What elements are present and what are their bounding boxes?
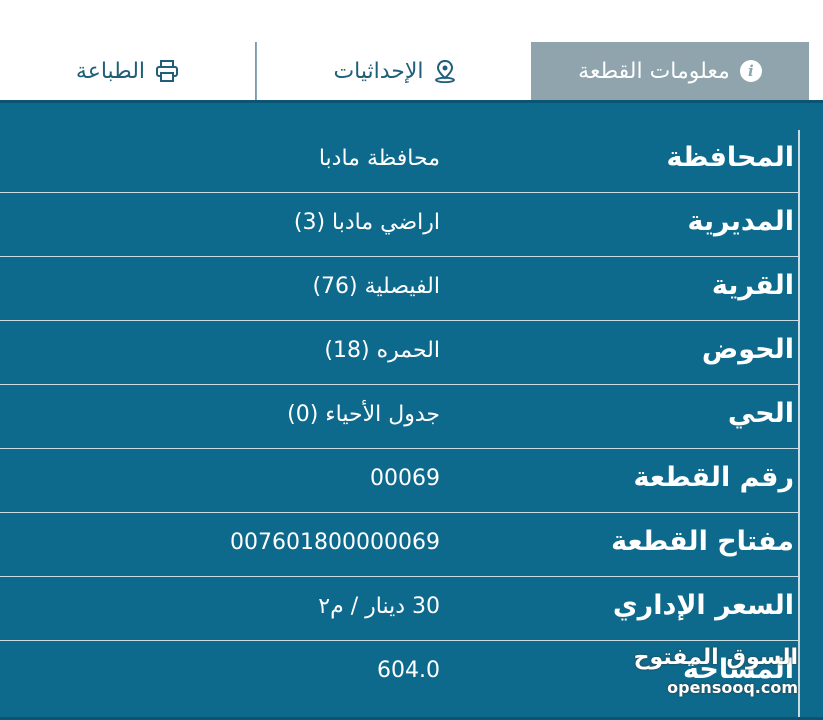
panel-top-border xyxy=(0,100,823,103)
row-label: الحي xyxy=(727,398,794,429)
row-value: الحمره (18) xyxy=(324,338,440,363)
watermark-arabic: السوق المفتوح xyxy=(633,645,798,670)
row-value: الفيصلية (76) xyxy=(312,274,440,299)
row-value: 30 دينار / م٢ xyxy=(318,594,440,619)
row-label: الحوض xyxy=(701,334,794,365)
tab-parcel-info-label: معلومات القطعة xyxy=(578,58,730,84)
row-value: جدول الأحياء (0) xyxy=(287,402,440,427)
tab-print-label: الطباعة xyxy=(75,58,146,84)
row-neighborhood: الحي جدول الأحياء (0) xyxy=(0,384,798,449)
panel-right-border xyxy=(798,130,800,720)
row-value: اراضي مادبا (3) xyxy=(293,210,440,235)
watermark-english: opensooq.com xyxy=(667,678,798,697)
row-parcel-key: مفتاح القطعة 007601800000069 xyxy=(0,512,798,577)
tab-print[interactable]: الطباعة xyxy=(0,42,255,100)
row-label: السعر الإداري xyxy=(612,590,794,621)
row-value: 604.0 xyxy=(377,658,440,683)
row-value: محافظة مادبا xyxy=(318,146,440,171)
map-pin-icon xyxy=(434,59,456,83)
info-icon: i xyxy=(739,60,762,82)
row-village: القرية الفيصلية (76) xyxy=(0,256,798,321)
row-value: 00069 xyxy=(370,466,440,491)
row-label: المحافظة xyxy=(666,142,794,173)
row-parcel-number: رقم القطعة 00069 xyxy=(0,448,798,513)
tab-coordinates[interactable]: الإحداثيات xyxy=(256,42,532,100)
row-label: القرية xyxy=(711,270,794,301)
printer-icon xyxy=(155,60,179,82)
opensooq-watermark: السوق المفتوح opensooq.com xyxy=(634,645,820,705)
parcel-info-panel: المحافظة محافظة مادبا المديرية اراضي ماد… xyxy=(0,100,823,720)
tab-coordinates-label: الإحداثيات xyxy=(333,58,424,84)
row-admin-price: السعر الإداري 30 دينار / م٢ xyxy=(0,576,798,641)
row-directorate: المديرية اراضي مادبا (3) xyxy=(0,192,798,257)
row-label: رقم القطعة xyxy=(633,462,794,493)
row-basin: الحوض الحمره (18) xyxy=(0,320,798,385)
row-label: المديرية xyxy=(687,206,794,237)
tab-parcel-info[interactable]: معلومات القطعة i xyxy=(531,42,809,100)
row-value: 007601800000069 xyxy=(230,530,440,555)
row-governorate: المحافظة محافظة مادبا xyxy=(0,128,798,193)
row-label: مفتاح القطعة xyxy=(611,526,794,557)
